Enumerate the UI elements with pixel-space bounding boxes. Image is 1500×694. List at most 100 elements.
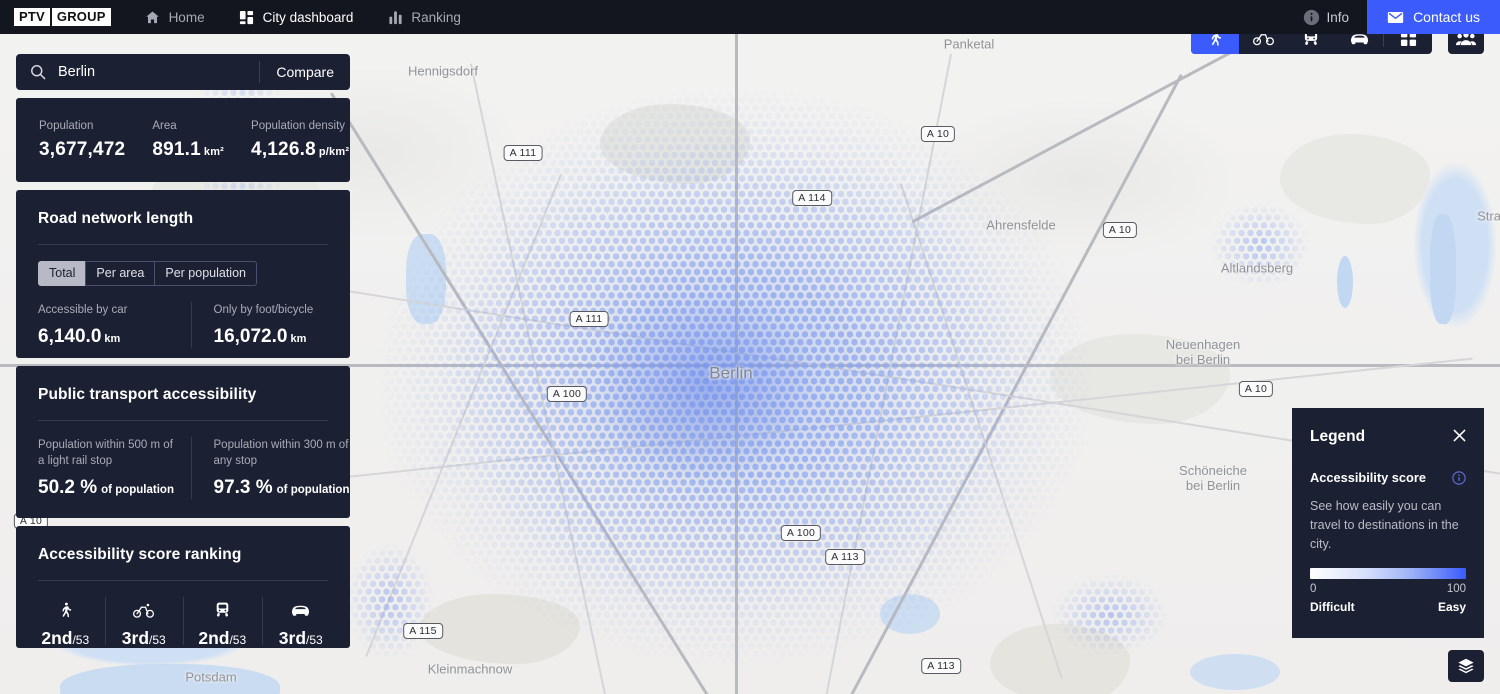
road-network-card: Road network length Total Per area Per p… (16, 190, 350, 358)
stat-density-number: 4,126.8 (251, 138, 316, 160)
map-place-label: Panketal (943, 36, 995, 52)
map-city-label: Berlin (709, 363, 753, 383)
nav-item-ranking[interactable]: Ranking (387, 0, 461, 34)
map-water (880, 594, 940, 634)
walking-icon (26, 599, 105, 621)
legend-scale-min-word: Difficult (1310, 600, 1355, 614)
ranking-value: 3rd/53 (105, 628, 184, 649)
city-search-bar[interactable]: Compare (16, 54, 350, 90)
mail-icon (1387, 11, 1404, 24)
metric-number: 97.3 % (213, 477, 273, 498)
map-water (1190, 654, 1280, 690)
ranking-total: /53 (306, 633, 323, 647)
map-highway-shield: A 10 (1238, 381, 1274, 397)
app-root: Berlin Hennigsdorf Panketal Ahrensfelde Alt… (0, 0, 1500, 694)
contact-us-button[interactable]: Contact us (1367, 0, 1500, 34)
map-highway-shield: A 113 (921, 658, 961, 674)
metric-light-rail-500m: Population within 500 m of a light rail … (38, 437, 175, 499)
stat-population-label: Population (39, 119, 94, 132)
metric-label: Accessible by car (38, 304, 128, 316)
legend-scale-min: 0 (1310, 583, 1317, 595)
ranking-total: /53 (229, 633, 247, 647)
map-place-label: Schöneiche bei Berlin (1179, 463, 1247, 493)
tab-total[interactable]: Total (38, 261, 87, 286)
accessibility-ranking-card: Accessibility score ranking 2nd/53 3rd/5… (16, 526, 350, 648)
stat-density: Population density 4,126.8 p/km² (234, 120, 372, 161)
card-divider (38, 420, 328, 421)
stat-area-value: 891.1 km² (152, 139, 224, 161)
map-highway-shield: A 114 (792, 190, 832, 206)
map-place-label: Kleinmachnow (427, 661, 513, 677)
map-place-label: Neuenhagen bei Berlin (1165, 337, 1241, 367)
legend-description: See how easily you can travel to destina… (1310, 499, 1459, 551)
card-divider (38, 580, 328, 581)
nav-item-home-label: Home (168, 9, 205, 25)
legend-scale-words: Difficult Easy (1310, 600, 1466, 614)
ranking-position: 2nd (198, 628, 230, 648)
metric-label: Only by foot/bicycle (213, 304, 314, 316)
metric-accessible-by-car: Accessible by car 6,140.0 km (38, 302, 175, 348)
map-place-label: Altlandsberg (1220, 260, 1294, 276)
ranking-public-transport: 2nd/53 (183, 595, 262, 649)
map-highway-shield: A 10 (1102, 222, 1138, 238)
ranking-total: /53 (72, 633, 90, 647)
ranking-walking: 2nd/53 (26, 595, 105, 649)
map-layers-button[interactable] (1448, 650, 1484, 682)
map-highway-shield: A 113 (825, 549, 865, 565)
ranking-value: 2nd/53 (183, 628, 262, 649)
map-highway-shield: A 100 (546, 386, 588, 402)
stat-area: Area 891.1 km² (135, 120, 234, 161)
dashboard-icon (239, 9, 255, 25)
ranking-value: 2nd/53 (26, 628, 105, 649)
ranking-bicycle: 3rd/53 (104, 595, 184, 649)
metric-value: 97.3 % of population (214, 477, 351, 499)
map-highway-shield: A 111 (503, 145, 543, 161)
metric-any-stop-300m: Population within 300 m of any stop 97.3… (190, 437, 351, 499)
road-network-metrics: Accessible by car 6,140.0 km Only by foot… (16, 302, 350, 348)
card-divider (38, 244, 328, 245)
nav-item-home[interactable]: Home (145, 0, 205, 34)
public-transport-title: Public transport accessibility (38, 386, 257, 403)
info-icon[interactable] (1452, 470, 1466, 485)
map-highway-shield: A 111 (569, 311, 609, 327)
legend-scale-numbers: 0 100 (1310, 583, 1466, 595)
home-icon (145, 9, 161, 25)
metric-label: Population within 300 m of any stop (213, 439, 349, 467)
contact-us-label: Contact us (1413, 9, 1480, 25)
close-icon[interactable] (1453, 429, 1466, 445)
metric-foot-bicycle: Only by foot/bicycle 16,072.0 km (190, 302, 351, 348)
search-input[interactable] (58, 64, 260, 80)
map-highway-shield: A 10 (920, 126, 956, 142)
compare-button[interactable]: Compare (260, 64, 350, 80)
stat-population-value: 3,677,472 (39, 138, 126, 160)
info-button[interactable]: Info (1303, 9, 1350, 26)
city-stats-card: Population 3,677,472 Area 891.1 km² Popul… (16, 98, 350, 182)
brand-logo-ptv: PTV (14, 8, 50, 26)
legend-scale-max-word: Easy (1437, 600, 1466, 614)
map-water (1337, 256, 1353, 308)
legend-scale-max: 100 (1446, 583, 1466, 595)
search-icon (30, 64, 46, 80)
metric-number: 6,140.0 (38, 326, 102, 347)
car-icon (262, 599, 341, 621)
legend-title: Legend (1310, 428, 1366, 445)
stat-density-value: 4,126.8 p/km² (251, 139, 362, 161)
info-icon (1303, 9, 1320, 26)
map-highway-shield: A 100 (780, 525, 822, 541)
info-button-label: Info (1326, 9, 1350, 25)
brand-logo[interactable]: PTV GROUP (14, 8, 111, 26)
nav-item-city-dashboard-label: City dashboard (262, 9, 354, 25)
ranking-car: 3rd/53 (261, 595, 341, 649)
legend-color-scale (1310, 568, 1466, 579)
nav-item-city-dashboard[interactable]: City dashboard (239, 0, 354, 34)
metric-unit: km (104, 333, 121, 345)
tab-per-area[interactable]: Per area (85, 261, 156, 286)
metric-value: 50.2 % of population (38, 477, 175, 499)
map-place-label: Potsdam (185, 669, 237, 685)
stat-area-unit: km² (203, 145, 225, 158)
public-transport-card: Public transport accessibility Populatio… (16, 366, 350, 518)
legend-subtitle-row: Accessibility score (1310, 470, 1466, 485)
metric-unit: of population (276, 484, 350, 496)
tab-per-population[interactable]: Per population (154, 261, 257, 286)
brand-logo-group: GROUP (51, 8, 111, 26)
